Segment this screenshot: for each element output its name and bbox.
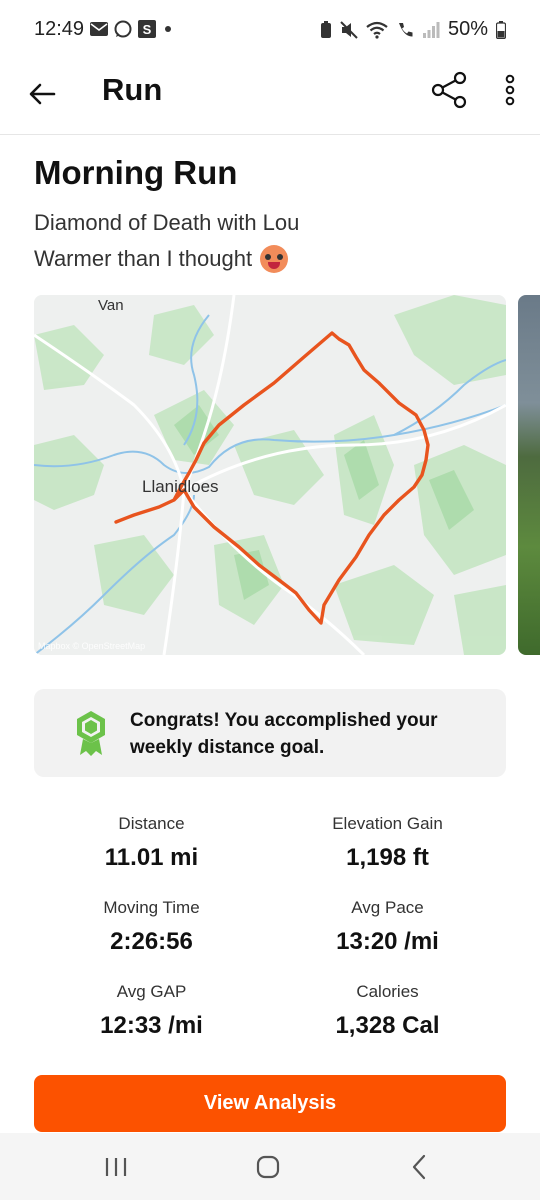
map-canvas (34, 295, 506, 655)
map-label-town: Llanidloes (142, 477, 219, 496)
stat-avg-pace: Avg Pace 13:20 /mi (270, 898, 505, 956)
stat-value: 2:26:56 (110, 928, 193, 955)
stat-label: Avg Pace (351, 898, 424, 917)
back-nav-icon (412, 1154, 426, 1180)
wifi-icon (366, 21, 388, 39)
stat-label: Elevation Gain (332, 814, 443, 833)
route-map[interactable]: Van Llanidloes Mapbox © OpenStreetMap (34, 295, 506, 655)
recent-apps-icon (105, 1158, 127, 1176)
battery-saver-icon (320, 20, 331, 38)
page-title: Run (102, 72, 163, 107)
battery-percent: 50% (447, 18, 488, 40)
stat-value: 11.01 mi (104, 844, 199, 871)
more-vertical-icon (505, 74, 515, 106)
app-header: Run (0, 62, 540, 135)
stat-label: Calories (356, 982, 419, 1001)
stat-calories: Calories 1,328 Cal (270, 982, 505, 1040)
back-button[interactable] (22, 74, 62, 114)
map-label-van: Van (98, 297, 124, 314)
s-app-icon: S (138, 20, 156, 38)
activity-description-text: Warmer than I thought (34, 246, 253, 271)
stat-value: 12:33 /mi (100, 1012, 203, 1039)
dot-icon (165, 26, 171, 32)
stat-label: Moving Time (103, 898, 200, 917)
share-button[interactable] (428, 68, 472, 112)
view-analysis-button[interactable]: View Analysis (34, 1075, 506, 1132)
status-left-icons: S (90, 20, 174, 38)
arrow-left-icon (29, 83, 56, 105)
stat-moving-time: Moving Time 2:26:56 (34, 898, 269, 956)
home-icon (256, 1155, 280, 1179)
home-button[interactable] (248, 1149, 288, 1185)
stat-value: 1,198 ft (346, 844, 429, 871)
svg-text:S: S (143, 22, 152, 37)
signal-icon (422, 21, 440, 38)
status-bar: 12:49 S 50% (0, 0, 540, 62)
call-icon (398, 22, 413, 37)
status-time: 12:49 (34, 18, 85, 40)
stat-value: 13:20 /mi (336, 928, 439, 955)
stat-elevation-gain: Elevation Gain 1,198 ft (270, 814, 505, 872)
stat-value: 1,328 Cal (335, 1012, 440, 1039)
stat-label: Avg GAP (116, 982, 187, 1001)
activity-title: Morning Run (34, 154, 238, 191)
congrats-message: Congrats! You accomplished your weekly d… (130, 710, 438, 758)
goal-badge-icon (77, 711, 105, 756)
activity-description-line1: Diamond of Death with Lou (34, 210, 300, 235)
activity-description-line2: Warmer than I thought (34, 245, 289, 273)
battery-icon (496, 20, 506, 39)
whatsapp-icon (114, 20, 132, 38)
stat-avg-gap: Avg GAP 12:33 /mi (34, 982, 269, 1040)
mute-icon (340, 20, 358, 39)
goal-congrats-card: Congrats! You accomplished your weekly d… (34, 689, 506, 777)
mail-icon (90, 22, 108, 36)
more-options-button[interactable] (490, 68, 530, 112)
status-right-icons: 50% (320, 18, 506, 41)
back-nav-button[interactable] (400, 1149, 440, 1185)
stat-distance: Distance 11.01 mi (34, 814, 269, 872)
hot-face-emoji-icon (260, 245, 289, 273)
map-credit: Mapbox © OpenStreetMap (38, 641, 146, 651)
activity-photo-thumbnail[interactable] (518, 295, 540, 655)
system-navigation-bar (0, 1133, 540, 1200)
recent-apps-button[interactable] (96, 1149, 136, 1185)
share-icon (431, 71, 467, 109)
stat-label: Distance (118, 814, 185, 833)
